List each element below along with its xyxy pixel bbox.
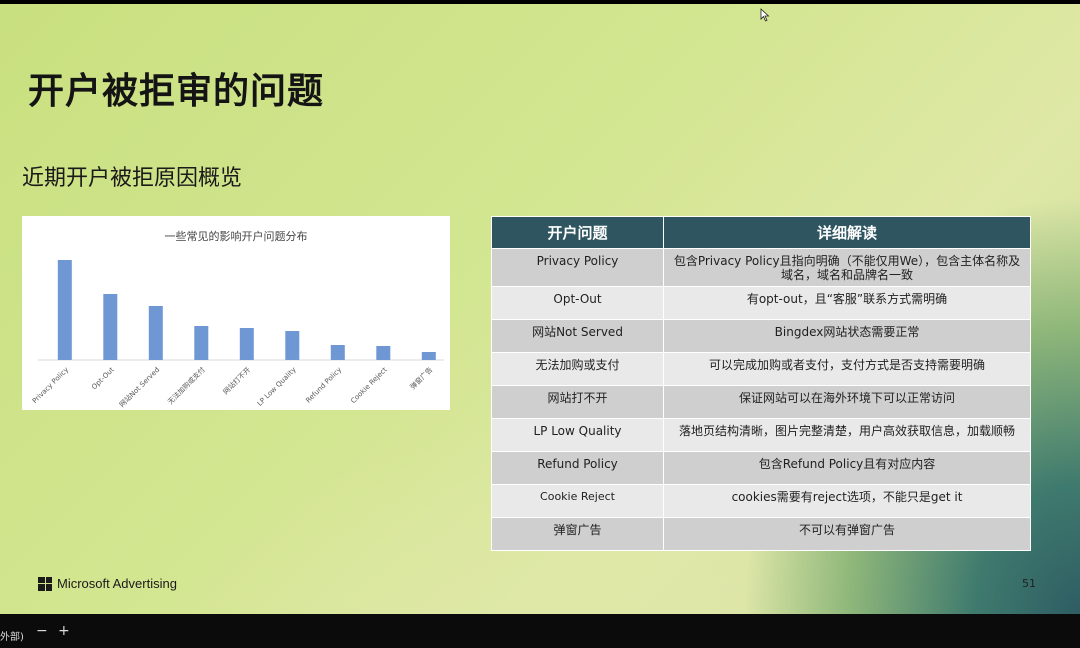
chart-category-label: LP Low Quality	[256, 366, 298, 408]
issue-cell: Privacy Policy	[491, 248, 664, 287]
slide-title: 开户被拒审的问题	[28, 71, 325, 112]
issue-cell: 网站Not Served	[491, 319, 664, 353]
chart-bar	[376, 346, 391, 360]
issue-cell: LP Low Quality	[491, 418, 664, 452]
table-row: Opt-Out 有opt-out，且“客服”联系方式需明确	[491, 286, 1031, 320]
chart-bar	[239, 328, 254, 360]
chart-bar	[148, 306, 163, 360]
issue-cell: Opt-Out	[491, 286, 664, 320]
detail-cell: 包含Privacy Policy且指向明确（不能仅用We），包含主体名称及域名，…	[663, 248, 1031, 287]
chart-bar	[57, 260, 72, 360]
table-row: 网站打不开 保证网站可以在海外环境下可以正常访问	[491, 385, 1031, 419]
detail-cell: cookies需要有reject选项，不能只是get it	[663, 484, 1031, 518]
chart-category-label: Cookie Reject	[349, 366, 389, 406]
microsoft-logo-icon	[38, 576, 52, 591]
toolbar-label: 外部)	[0, 632, 24, 643]
chart-category-label: 网站打不开	[221, 365, 252, 396]
issue-cell: Refund Policy	[491, 451, 664, 485]
table-row: 弹窗广告 不可以有弹窗广告	[491, 517, 1031, 551]
detail-cell: 保证网站可以在海外环境下可以正常访问	[663, 385, 1031, 419]
bar-chart: 一些常见的影响开户问题分布 Privacy Policy Opt-Out 网站Not…	[31, 229, 444, 409]
table-row: LP Low Quality 落地页结构清晰，图片完整清楚，用户高效获取信息，加…	[491, 418, 1031, 452]
detail-cell: 包含Refund Policy且有对应内容	[663, 451, 1031, 485]
mouse-cursor-icon	[760, 8, 770, 22]
detail-cell: 不可以有弹窗广告	[663, 517, 1031, 551]
zoom-out-button[interactable]: −	[36, 623, 48, 639]
chart-bar	[194, 326, 209, 360]
detail-cell: Bingdex网站状态需要正常	[663, 319, 1031, 353]
chart-category-label: Opt-Out	[90, 366, 116, 392]
chart-category-label: 无法加购或支付	[166, 365, 207, 406]
bar-chart-panel: 一些常见的影响开户问题分布 Privacy Policy Opt-Out 网站Not…	[22, 216, 450, 410]
issue-table: 开户问题 详细解读 Privacy Policy 包含Privacy Polic…	[491, 216, 1031, 551]
table-row: Privacy Policy 包含Privacy Policy且指向明确（不能仅…	[491, 248, 1031, 287]
chart-bar	[330, 345, 345, 360]
chart-category-label: Privacy Policy	[31, 366, 70, 405]
detail-cell: 落地页结构清晰，图片完整清楚，用户高效获取信息，加载顺畅	[663, 418, 1031, 452]
presentation-slide: 开户被拒审的问题 近期开户被拒原因概览 一些常见的影响开户问题分布 Privac…	[0, 4, 1080, 614]
table-header-row: 开户问题 详细解读	[491, 216, 1031, 249]
chart-title: 一些常见的影响开户问题分布	[165, 229, 308, 243]
zoom-in-button[interactable]: +	[58, 623, 70, 639]
issue-cell: 网站打不开	[491, 385, 664, 419]
issue-table-container: 开户问题 详细解读 Privacy Policy 包含Privacy Polic…	[491, 216, 1031, 551]
issue-cell: Cookie Reject	[491, 484, 664, 518]
table-row: Refund Policy 包含Refund Policy且有对应内容	[491, 451, 1031, 485]
header-issue: 开户问题	[491, 216, 664, 249]
header-detail: 详细解读	[663, 216, 1031, 249]
detail-cell: 有opt-out，且“客服”联系方式需明确	[663, 286, 1031, 320]
page-number: 51	[1022, 577, 1036, 590]
issue-cell: 无法加购或支付	[491, 352, 664, 386]
chart-category-label: 网站Not Served	[117, 365, 161, 409]
chart-bar	[285, 331, 300, 360]
detail-cell: 可以完成加购或者支付，支付方式是否支持需要明确	[663, 352, 1031, 386]
issue-cell: 弹窗广告	[491, 517, 664, 551]
chart-category-label: Refund Policy	[304, 366, 343, 405]
slide-subtitle: 近期开户被拒原因概览	[22, 166, 243, 191]
chart-bar	[103, 294, 118, 360]
table-row: 无法加购或支付 可以完成加购或者支付，支付方式是否支持需要明确	[491, 352, 1031, 386]
chart-bar	[421, 352, 436, 360]
brand-name: Microsoft Advertising	[57, 576, 177, 591]
brand-logo: Microsoft Advertising	[38, 576, 177, 591]
bottom-toolbar: 外部) − +	[0, 614, 1080, 648]
table-row: 网站Not Served Bingdex网站状态需要正常	[491, 319, 1031, 353]
table-row: Cookie Reject cookies需要有reject选项，不能只是get…	[491, 484, 1031, 518]
chart-category-label: 弹窗广告	[408, 365, 434, 391]
